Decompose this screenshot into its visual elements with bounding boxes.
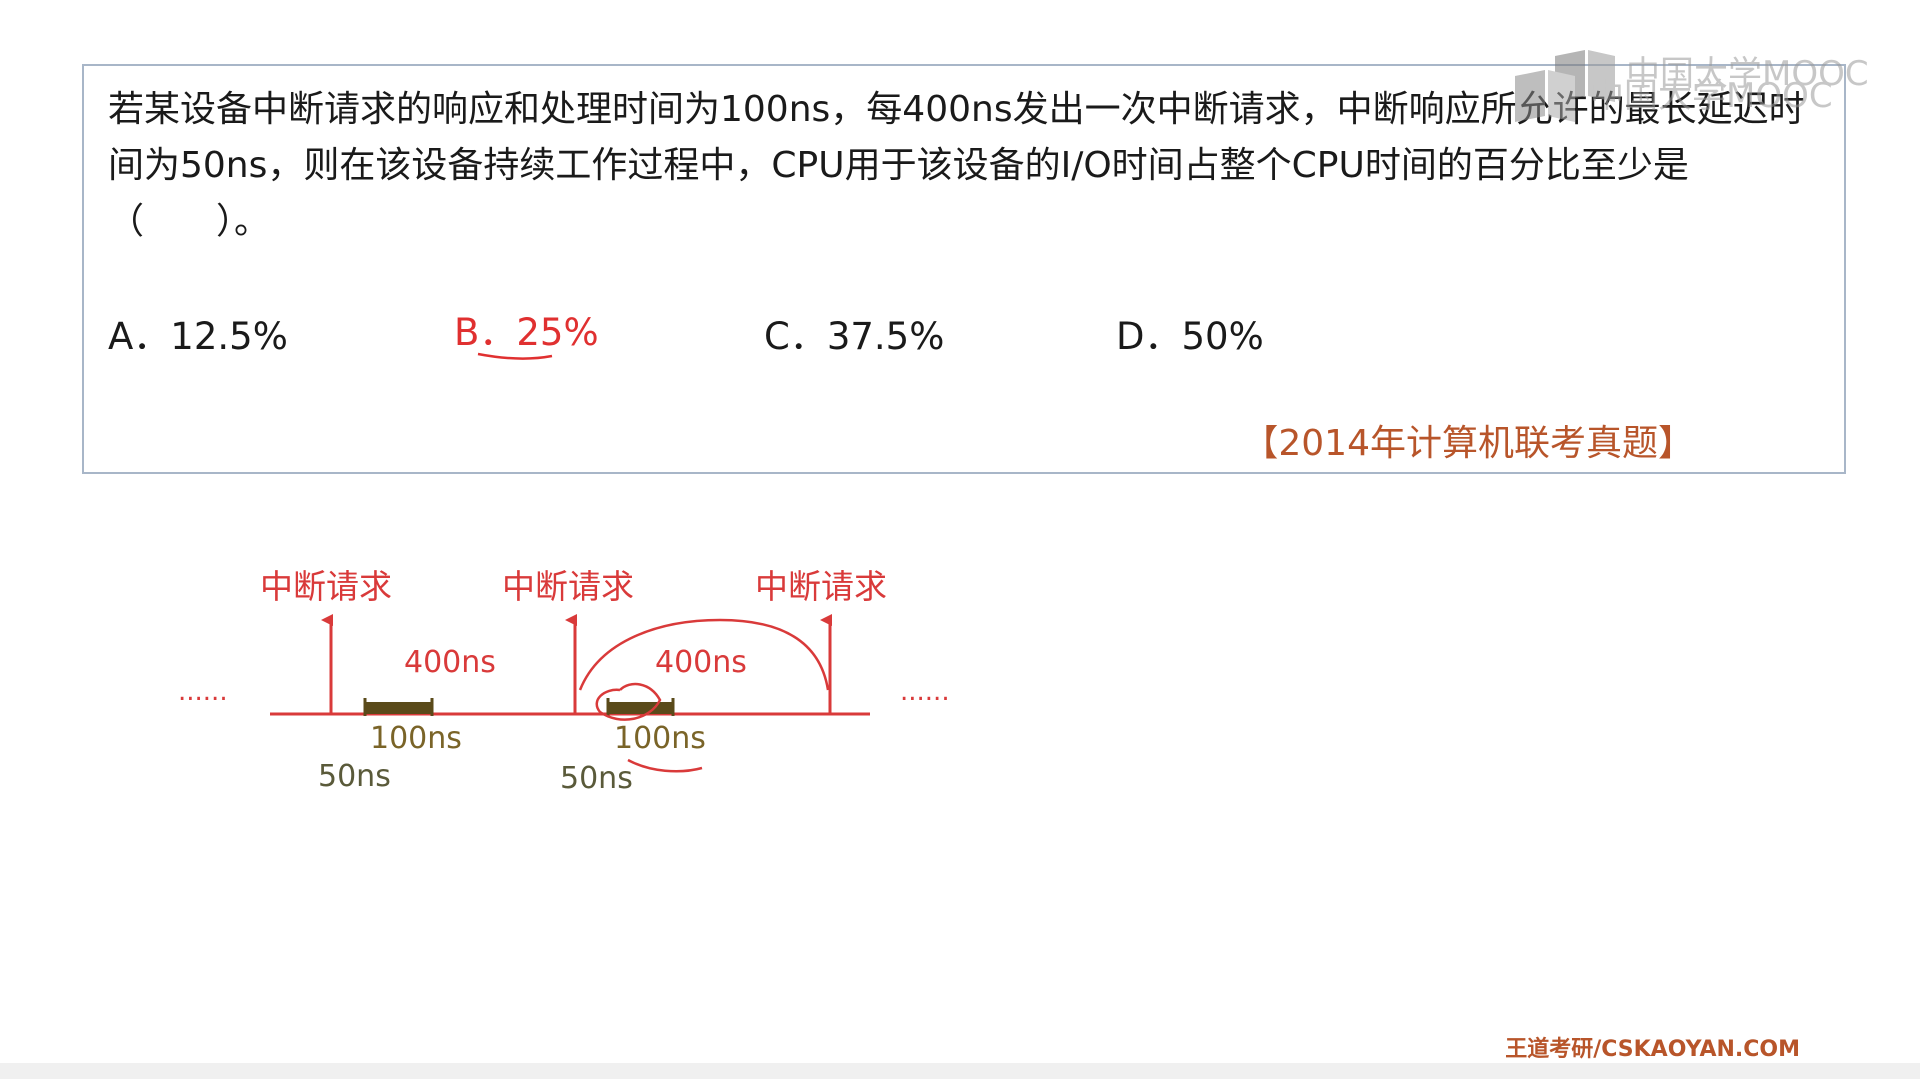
- service-label-2: 100ns: [614, 721, 706, 756]
- service-bar-1: [365, 702, 432, 714]
- period-label-2: 400ns: [655, 645, 747, 680]
- latency-label-1: 50ns: [318, 759, 391, 794]
- timeline-ellipsis-right: ......: [900, 677, 950, 707]
- footer-bar: [0, 1063, 1920, 1079]
- interrupt-request-label-1: 中断请求: [260, 567, 392, 606]
- handwritten-underline-annotation: [627, 758, 703, 773]
- interrupt-request-label-2: 中断请求: [502, 567, 634, 606]
- timeline-ellipsis-left: ......: [178, 677, 228, 707]
- service-label-1: 100ns: [370, 721, 462, 756]
- period-label-1: 400ns: [404, 645, 496, 680]
- option-b-underline-mark: [477, 352, 553, 360]
- service-bar-2: [608, 702, 673, 714]
- interrupt-request-label-3: 中断请求: [755, 567, 887, 606]
- latency-label-2: 50ns: [560, 761, 633, 796]
- interrupt-timeline-diagram: ...... ...... 中断请求 中断请求 中断请求 400ns 400ns…: [178, 352, 950, 796]
- footer-credit: 王道考研/CSKAOYAN.COM: [1505, 1037, 1800, 1062]
